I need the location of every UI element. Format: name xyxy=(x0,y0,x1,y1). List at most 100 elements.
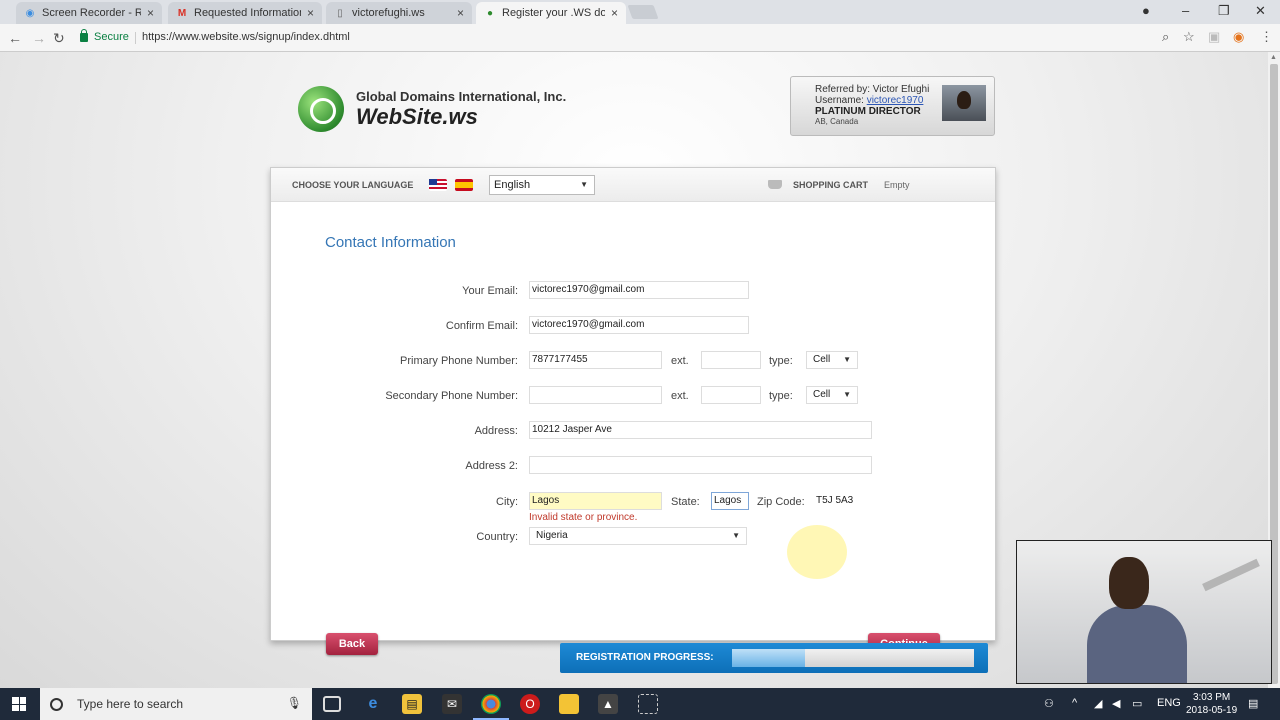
chevron-down-icon: ▼ xyxy=(732,531,740,540)
url-field[interactable]: https://www.website.ws/signup/index.dhtm… xyxy=(142,31,350,43)
spain-flag-icon[interactable] xyxy=(455,179,473,191)
language-select[interactable]: English ▼ xyxy=(489,175,595,195)
progress-fill xyxy=(732,649,805,667)
registration-progress: REGISTRATION PROGRESS: xyxy=(560,643,988,673)
extension-icon[interactable]: ◉ xyxy=(1233,29,1244,45)
chevron-down-icon: ▼ xyxy=(843,390,851,399)
site-logo[interactable]: Global Domains International, Inc. WebSi… xyxy=(298,86,566,132)
language-value: English xyxy=(494,179,531,191)
chrome-icon[interactable] xyxy=(473,694,509,720)
email-field[interactable]: victorec1970@gmail.com xyxy=(529,281,749,299)
cart-label[interactable]: SHOPPING CART xyxy=(793,180,868,190)
signup-panel: CHOOSE YOUR LANGUAGE English ▼ SHOPPING … xyxy=(270,167,996,655)
address2-field[interactable] xyxy=(529,456,872,474)
window-close-icon[interactable]: ✕ xyxy=(1255,3,1266,19)
primary-type-value: Cell xyxy=(813,354,831,365)
panel-header: CHOOSE YOUR LANGUAGE English ▼ SHOPPING … xyxy=(271,168,995,202)
extension-icon[interactable]: ▣ xyxy=(1208,29,1220,45)
chevron-down-icon: ▼ xyxy=(843,355,851,364)
cursor-highlight xyxy=(787,525,847,579)
confirm-email-label: Confirm Email: xyxy=(445,320,518,332)
close-icon[interactable]: × xyxy=(307,6,314,20)
secondary-type-value: Cell xyxy=(813,389,831,400)
forward-arrow-icon[interactable]: → xyxy=(32,30,46,46)
referral-badge: Referred by: Victor Efughi Username: vic… xyxy=(790,76,995,136)
city-label: City: xyxy=(496,496,518,508)
state-field[interactable]: Lagos xyxy=(711,492,749,510)
recorder-icon: ◉ xyxy=(25,7,35,19)
people-icon[interactable]: ⚇ xyxy=(1044,697,1054,710)
store-icon[interactable]: ▤ xyxy=(402,694,422,714)
country-value: Nigeria xyxy=(536,530,568,541)
scroll-up-icon[interactable]: ▲ xyxy=(1270,54,1277,61)
clock-time: 3:03 PM xyxy=(1192,692,1231,703)
taskbar-search[interactable]: Type here to search 🎙 xyxy=(40,688,312,720)
back-button[interactable]: Back xyxy=(326,633,378,655)
microphone-icon[interactable]: 🎙 xyxy=(287,696,302,710)
secondary-type-select[interactable]: Cell ▼ xyxy=(806,386,858,404)
clock[interactable]: 3:03 PM 2018-05-19 xyxy=(1186,691,1237,717)
minimize-icon[interactable]: – xyxy=(1182,3,1189,18)
volume-icon[interactable]: ◀ xyxy=(1112,697,1120,710)
close-icon[interactable]: × xyxy=(611,6,618,20)
snipping-tool-icon[interactable] xyxy=(638,694,658,714)
edge-icon[interactable]: e xyxy=(363,694,383,714)
progress-track xyxy=(732,649,974,667)
country-label: Country: xyxy=(476,531,518,543)
primary-type-select[interactable]: Cell ▼ xyxy=(806,351,858,369)
tab-victorefughi[interactable]: ▯ victorefughi.ws × xyxy=(326,2,472,24)
cortana-icon xyxy=(50,697,63,711)
globe-logo-icon xyxy=(298,86,344,132)
chevron-up-icon[interactable]: ^ xyxy=(1072,697,1077,709)
mail-icon[interactable]: ✉ xyxy=(442,694,462,714)
new-tab-button[interactable] xyxy=(627,5,659,19)
profile-icon[interactable]: ● xyxy=(1142,3,1150,18)
notifications-icon[interactable]: ▤ xyxy=(1248,697,1258,710)
referrer-photo xyxy=(942,85,986,121)
keyboard-icon[interactable]: ▭ xyxy=(1132,697,1142,710)
primary-ext-label: ext. xyxy=(671,355,689,367)
secure-label: Secure xyxy=(94,31,129,43)
brand-name: WebSite.ws xyxy=(356,103,478,129)
secure-indicator[interactable]: Secure xyxy=(80,28,129,43)
secondary-ext-field[interactable] xyxy=(701,386,761,404)
tab-register[interactable]: ● Register your .WS domai × xyxy=(476,2,626,24)
task-view-icon[interactable] xyxy=(323,696,341,712)
network-icon[interactable]: ◢ xyxy=(1094,697,1102,710)
file-explorer-icon[interactable] xyxy=(559,694,579,714)
city-field[interactable]: Lagos xyxy=(529,492,662,510)
bookmark-star-icon[interactable]: ☆ xyxy=(1183,29,1195,45)
back-arrow-icon[interactable]: ← xyxy=(8,30,22,46)
cart-icon[interactable] xyxy=(768,180,782,189)
address-field[interactable]: 10212 Jasper Ave xyxy=(529,421,872,439)
username-label: Username: xyxy=(815,95,864,106)
website-icon: ● xyxy=(486,7,494,19)
windows-start-icon[interactable] xyxy=(12,697,26,711)
tab-gmail[interactable]: M Requested Information - × xyxy=(168,2,322,24)
secondary-phone-field[interactable] xyxy=(529,386,662,404)
confirm-email-field[interactable]: victorec1970@gmail.com xyxy=(529,316,749,334)
photos-icon[interactable]: ▲ xyxy=(598,694,618,714)
zip-field[interactable]: T5J 5A3 xyxy=(813,492,855,510)
zoom-icon[interactable]: ⌕ xyxy=(1162,29,1169,45)
tab-label: Requested Information - xyxy=(194,7,301,19)
username-link[interactable]: victorec1970 xyxy=(867,95,924,106)
tab-label: Screen Recorder - Reco xyxy=(42,7,141,19)
restore-icon[interactable]: ❐ xyxy=(1218,3,1230,19)
us-flag-icon[interactable] xyxy=(429,179,447,191)
language-indicator[interactable]: ENG xyxy=(1157,697,1181,709)
country-select[interactable]: Nigeria ▼ xyxy=(529,527,747,545)
progress-label: REGISTRATION PROGRESS: xyxy=(576,652,714,663)
state-error: Invalid state or province. xyxy=(529,512,638,523)
chevron-down-icon: ▼ xyxy=(580,180,588,189)
tab-screen-recorder[interactable]: ◉ Screen Recorder - Reco × xyxy=(16,2,162,24)
primary-phone-field[interactable]: 7877177455 xyxy=(529,351,662,369)
opera-icon[interactable]: O xyxy=(520,694,540,714)
primary-ext-field[interactable] xyxy=(701,351,761,369)
menu-icon[interactable]: ⋮ xyxy=(1260,29,1273,45)
close-icon[interactable]: × xyxy=(457,6,464,20)
state-label: State: xyxy=(671,496,700,508)
reload-icon[interactable]: ↻ xyxy=(53,30,65,47)
tab-label: victorefughi.ws xyxy=(352,7,425,19)
close-icon[interactable]: × xyxy=(147,6,154,20)
